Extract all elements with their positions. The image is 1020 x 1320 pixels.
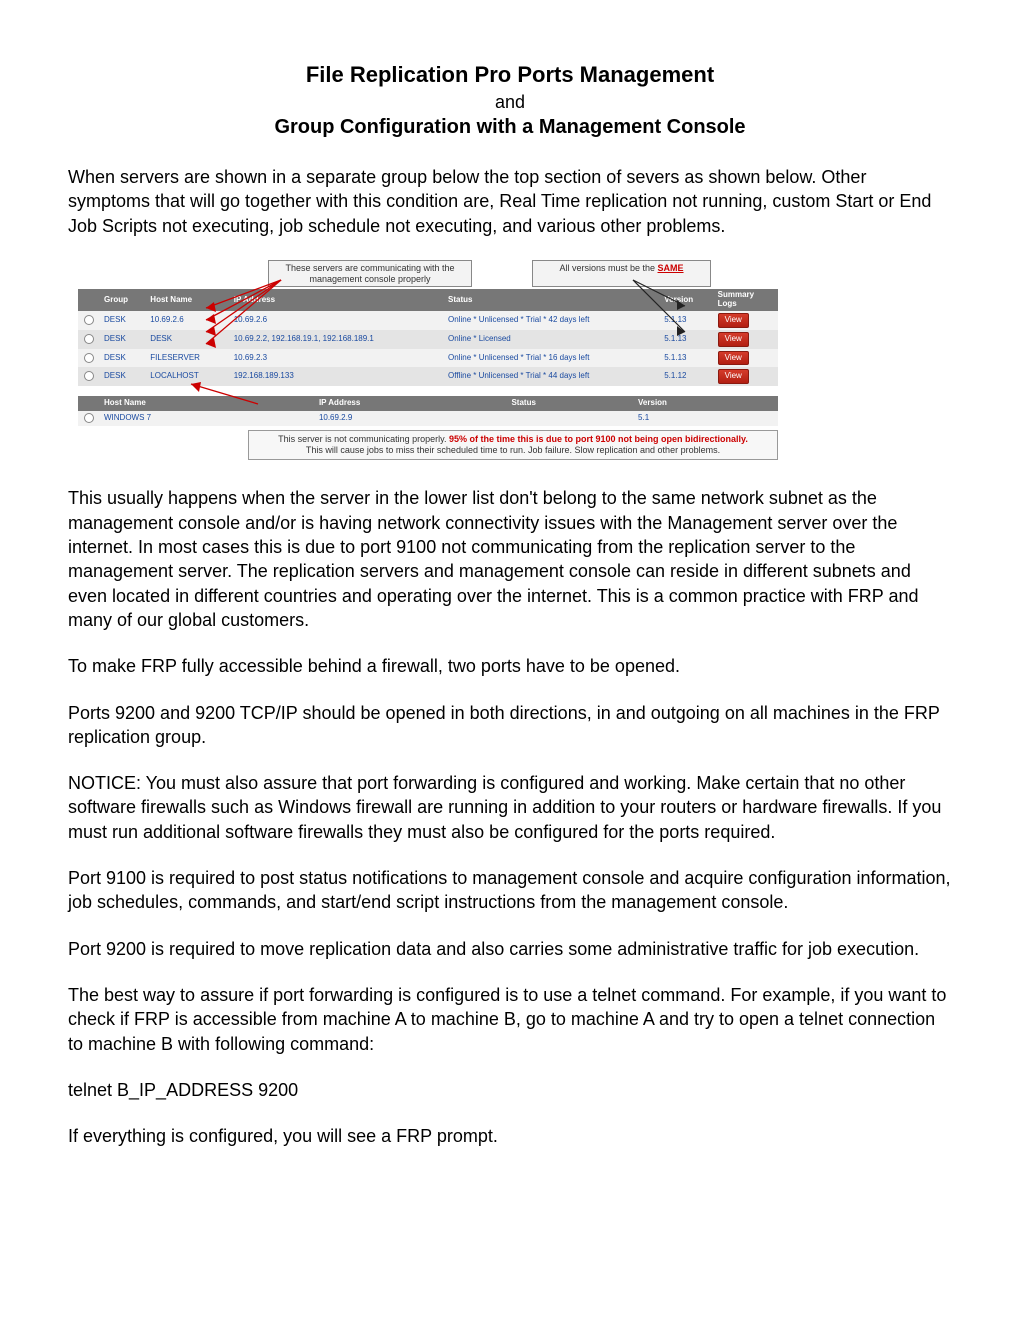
server-table-disconnected: Host Name IP Address Status Version WIND… — [78, 396, 778, 426]
th-version: Version — [660, 289, 713, 311]
table-row: DESKLOCALHOST192.168.189.133Offline * Un… — [78, 367, 778, 386]
para-1: This usually happens when the server in … — [68, 486, 952, 632]
footnote-hot: 95% of the time this is due to port 9100… — [449, 434, 748, 444]
server-diagram: These servers are communicating with the… — [78, 260, 778, 461]
footnote-prefix: This server is not communicating properl… — [278, 434, 449, 444]
page-title: File Replication Pro Ports Management — [68, 60, 952, 90]
cell-status — [507, 411, 634, 426]
para-4: NOTICE: You must also assure that port f… — [68, 771, 952, 844]
title-and: and — [68, 90, 952, 114]
cell-ip: 10.69.2.9 — [315, 411, 508, 426]
th2-status: Status — [507, 396, 634, 411]
callout-versions: All versions must be the SAME — [532, 260, 711, 288]
footnote-box: This server is not communicating properl… — [248, 430, 778, 461]
cell-status: Online * Unlicensed * Trial * 42 days le… — [444, 311, 660, 330]
th-ip: IP Address — [230, 289, 444, 311]
cell-status: Online * Unlicensed * Trial * 16 days le… — [444, 349, 660, 368]
cell-host: 10.69.2.6 — [146, 311, 229, 330]
table-row: DESK10.69.2.610.69.2.6Online * Unlicense… — [78, 311, 778, 330]
cell-host: WINDOWS 7 — [100, 411, 315, 426]
radio-icon[interactable] — [84, 315, 94, 325]
cell-ip: 10.69.2.2, 192.168.19.1, 192.168.189.1 — [230, 330, 444, 349]
th2-version: Version — [634, 396, 778, 411]
cell-status: Online * Licensed — [444, 330, 660, 349]
cell-host: FILESERVER — [146, 349, 229, 368]
cell-version: 5.1.13 — [660, 349, 713, 368]
para-7: The best way to assure if port forwardin… — [68, 983, 952, 1056]
cell-group: DESK — [100, 349, 146, 368]
para-9: If everything is configured, you will se… — [68, 1124, 952, 1148]
radio-icon[interactable] — [84, 353, 94, 363]
cell-ip: 10.69.2.6 — [230, 311, 444, 330]
footnote-suffix: This will cause jobs to miss their sched… — [306, 445, 720, 455]
th-status: Status — [444, 289, 660, 311]
cell-version: 5.1.13 — [660, 311, 713, 330]
radio-icon[interactable] — [84, 334, 94, 344]
cell-version: 5.1.12 — [660, 367, 713, 386]
title-block: File Replication Pro Ports Management an… — [68, 60, 952, 141]
cell-version: 5.1 — [634, 411, 778, 426]
th2-ip: IP Address — [315, 396, 508, 411]
para-5: Port 9100 is required to post status not… — [68, 866, 952, 915]
para-2: To make FRP fully accessible behind a fi… — [68, 654, 952, 678]
th2-host: Host Name — [100, 396, 315, 411]
cell-group: DESK — [100, 367, 146, 386]
callout-versions-same: SAME — [658, 263, 684, 273]
para-6: Port 9200 is required to move replicatio… — [68, 937, 952, 961]
cell-ip: 192.168.189.133 — [230, 367, 444, 386]
th-summary: SummaryLogs — [714, 289, 778, 311]
cell-host: LOCALHOST — [146, 367, 229, 386]
view-button[interactable]: View — [718, 351, 749, 366]
view-button[interactable]: View — [718, 369, 749, 384]
table-row: DESKDESK10.69.2.2, 192.168.19.1, 192.168… — [78, 330, 778, 349]
th-host: Host Name — [146, 289, 229, 311]
cell-ip: 10.69.2.3 — [230, 349, 444, 368]
page-subtitle: Group Configuration with a Management Co… — [68, 114, 952, 141]
intro-paragraph: When servers are shown in a separate gro… — [68, 165, 952, 238]
server-table-connected: Group Host Name IP Address Status Versio… — [78, 289, 778, 386]
cell-group: DESK — [100, 330, 146, 349]
radio-icon[interactable] — [84, 413, 94, 423]
view-button[interactable]: View — [718, 313, 749, 328]
radio-icon[interactable] — [84, 371, 94, 381]
table-row: WINDOWS 710.69.2.9 5.1 — [78, 411, 778, 426]
para-8: telnet B_IP_ADDRESS 9200 — [68, 1078, 952, 1102]
th-group: Group — [100, 289, 146, 311]
cell-group: DESK — [100, 311, 146, 330]
callout-versions-prefix: All versions must be the — [559, 263, 657, 273]
cell-status: Offline * Unlicensed * Trial * 44 days l… — [444, 367, 660, 386]
view-button[interactable]: View — [718, 332, 749, 347]
cell-host: DESK — [146, 330, 229, 349]
callout-communicating: These servers are communicating with the… — [268, 260, 472, 288]
para-3: Ports 9200 and 9200 TCP/IP should be ope… — [68, 701, 952, 750]
cell-version: 5.1.13 — [660, 330, 713, 349]
table-row: DESKFILESERVER10.69.2.3Online * Unlicens… — [78, 349, 778, 368]
